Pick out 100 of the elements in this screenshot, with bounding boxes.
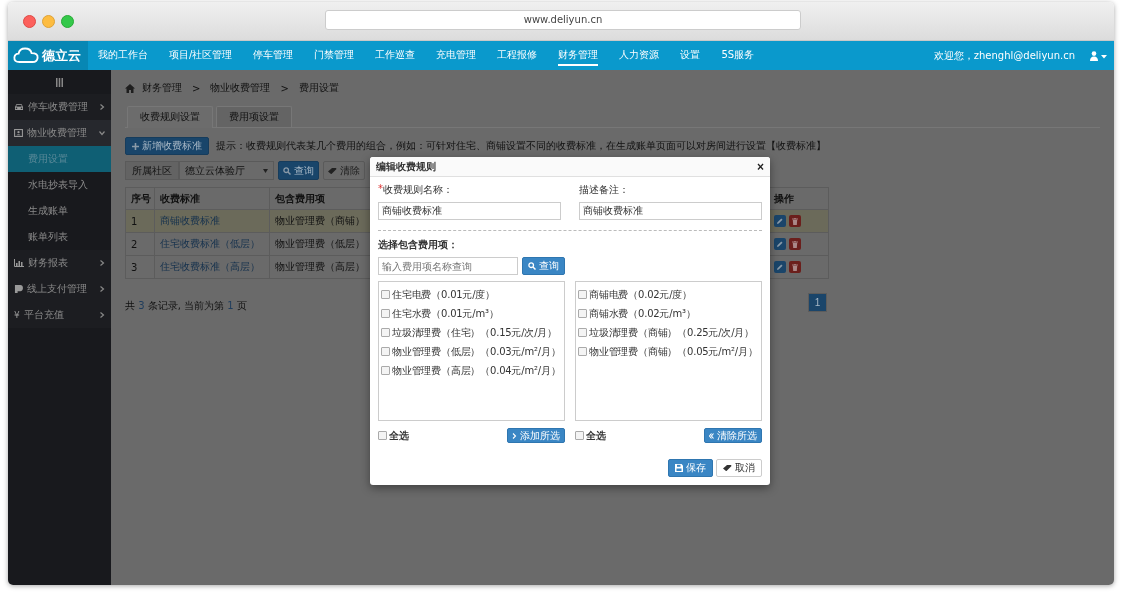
checkbox[interactable]	[381, 366, 390, 375]
edit-button[interactable]	[774, 238, 786, 250]
remark-field[interactable]: 商铺收费标准	[579, 202, 762, 220]
fee-item-label: 垃圾清理费（住宅）（0.15元/次/月）	[392, 325, 557, 340]
chevron-right-icon	[99, 260, 105, 266]
item-search-field[interactable]: 输入费用项名称查询	[378, 257, 518, 275]
standard-link[interactable]: 住宅收费标准（低层）	[160, 237, 260, 251]
sidebar-menu-item[interactable]: 物业收费管理	[8, 120, 111, 146]
sidebar-menu-item[interactable]: 财务报表	[8, 250, 111, 276]
tab[interactable]: 收费规则设置	[127, 106, 213, 128]
trash-icon	[792, 217, 798, 225]
nav-item[interactable]: 项目/社区管理	[169, 45, 233, 66]
add-selected-button[interactable]: 添加所选	[507, 428, 565, 443]
fee-item-label: 垃圾清理费（商铺）（0.25元/次/月）	[589, 325, 754, 340]
sidebar-submenu-item[interactable]: 账单列表	[8, 224, 111, 250]
checkbox[interactable]	[578, 309, 587, 318]
column-header: 序号	[130, 191, 152, 206]
nav-item[interactable]: 工程报修	[497, 45, 538, 66]
checkbox[interactable]	[381, 290, 390, 299]
chevron-right-icon	[512, 432, 517, 439]
cancel-button[interactable]: 取消	[716, 459, 762, 477]
fee-item-label: 物业管理费（低层）（0.03元/m²/月）	[392, 344, 561, 359]
checkbox[interactable]	[578, 347, 587, 356]
clear-button[interactable]: 清除	[323, 161, 365, 180]
checkbox[interactable]	[381, 328, 390, 337]
checkbox[interactable]	[381, 347, 390, 356]
payment-icon	[14, 285, 23, 293]
breadcrumb-item[interactable]: 物业收费管理	[210, 81, 271, 95]
standard-link[interactable]: 住宅收费标准（高层）	[160, 260, 260, 274]
fee-item-label: 住宅水费（0.01元/m³）	[392, 306, 499, 321]
select-all-label: 全选	[389, 428, 409, 443]
page-button[interactable]: 1	[808, 293, 827, 312]
sidebar-menu-item[interactable]: 线上支付管理	[8, 276, 111, 302]
nav-item[interactable]: 5S服务	[721, 45, 755, 66]
delete-button[interactable]	[789, 238, 801, 250]
maximize-window-icon[interactable]	[61, 14, 74, 28]
welcome-text: 欢迎您，zhenghl@deliyun.cn	[933, 48, 1075, 63]
double-chevron-left-icon	[709, 432, 714, 439]
checkbox[interactable]	[575, 431, 584, 440]
checkbox[interactable]	[578, 328, 587, 337]
save-button[interactable]: 保存	[668, 459, 713, 477]
close-button[interactable]: ×	[757, 159, 764, 174]
sidebar-submenu-item[interactable]: 费用设置	[8, 146, 111, 172]
nav-item[interactable]: 停车管理	[253, 45, 294, 66]
brand-logo-text: 德立云	[42, 46, 81, 65]
nav-item[interactable]: 充电管理	[436, 45, 477, 66]
caret-icon	[263, 168, 268, 173]
nav-item[interactable]: 人力资源	[619, 45, 660, 66]
trash-icon	[792, 240, 798, 248]
sidebar-submenu-item[interactable]: 生成账单	[8, 198, 111, 224]
breadcrumb-separator: >	[192, 82, 201, 94]
edit-button[interactable]	[774, 261, 786, 273]
chevron-down-icon	[99, 130, 105, 136]
community-select[interactable]: 德立云体验厅	[179, 161, 274, 180]
nav-item[interactable]: 财务管理	[558, 45, 599, 66]
edit-button[interactable]	[774, 215, 786, 227]
checkbox[interactable]	[578, 290, 587, 299]
record-count-text: 共 3 条记录, 当前为第 1 页	[125, 299, 247, 313]
address-bar[interactable]: www.deliyun.cn	[325, 10, 801, 30]
trash-icon	[792, 263, 798, 271]
nav-item[interactable]: 工作巡查	[375, 45, 416, 66]
search-button[interactable]: 查询	[278, 161, 319, 180]
nav-item[interactable]: 设置	[680, 45, 701, 66]
nav-item[interactable]: 门禁管理	[314, 45, 355, 66]
select-all-label: 全选	[586, 428, 606, 443]
bar-chart-icon	[14, 259, 24, 267]
car-icon	[14, 103, 24, 111]
user-menu-icon[interactable]	[1090, 50, 1108, 61]
search-icon	[283, 166, 291, 175]
tab[interactable]: 费用项设置	[216, 106, 292, 127]
breadcrumb-item[interactable]: 财务管理	[142, 81, 182, 95]
rule-name-field[interactable]: 商铺收费标准	[378, 202, 561, 220]
filter-label: 所属社区	[125, 161, 179, 180]
close-window-icon[interactable]	[23, 14, 36, 28]
standard-link[interactable]: 商铺收费标准	[160, 214, 220, 228]
add-standard-button[interactable]: 新增收费标准	[125, 137, 209, 155]
delete-button[interactable]	[789, 261, 801, 273]
table-cell-text: 2	[130, 237, 139, 252]
remove-selected-button[interactable]: 清除所选	[704, 428, 762, 443]
search-button[interactable]: 查询	[522, 257, 565, 275]
delete-button[interactable]	[789, 215, 801, 227]
sidebar-submenu-item[interactable]: 水电抄表导入	[8, 172, 111, 198]
nav-item[interactable]: 我的工作台	[98, 45, 148, 66]
minimize-window-icon[interactable]	[42, 14, 55, 28]
sidebar-menu-item[interactable]: ¥ 平台充值	[8, 302, 111, 328]
fee-item-label: 商铺水费（0.02元/m³）	[589, 306, 696, 321]
dialog-title: 编辑收费规则	[376, 159, 436, 174]
fee-item-label: 物业管理费（商铺）（0.05元/m²/月）	[589, 344, 758, 359]
hint-text: 提示：收费规则代表某几个费用的组合，例如：可针对住宅、商铺设置不同的收费标准，在生成账单页面可以对房间进行设置【收费标准】	[216, 139, 826, 153]
plus-icon	[132, 142, 139, 150]
chevron-right-icon	[99, 104, 105, 110]
sidebar-menu-item[interactable]: 停车收费管理	[8, 94, 111, 120]
pencil-icon	[777, 264, 783, 270]
checkbox[interactable]	[381, 309, 390, 318]
chevron-right-icon	[99, 286, 105, 292]
home-icon	[125, 83, 135, 93]
pencil-icon	[777, 218, 783, 224]
checkbox[interactable]	[378, 431, 387, 440]
breadcrumb-item[interactable]: 费用设置	[298, 81, 339, 95]
collapse-sidebar-icon[interactable]	[56, 77, 63, 87]
